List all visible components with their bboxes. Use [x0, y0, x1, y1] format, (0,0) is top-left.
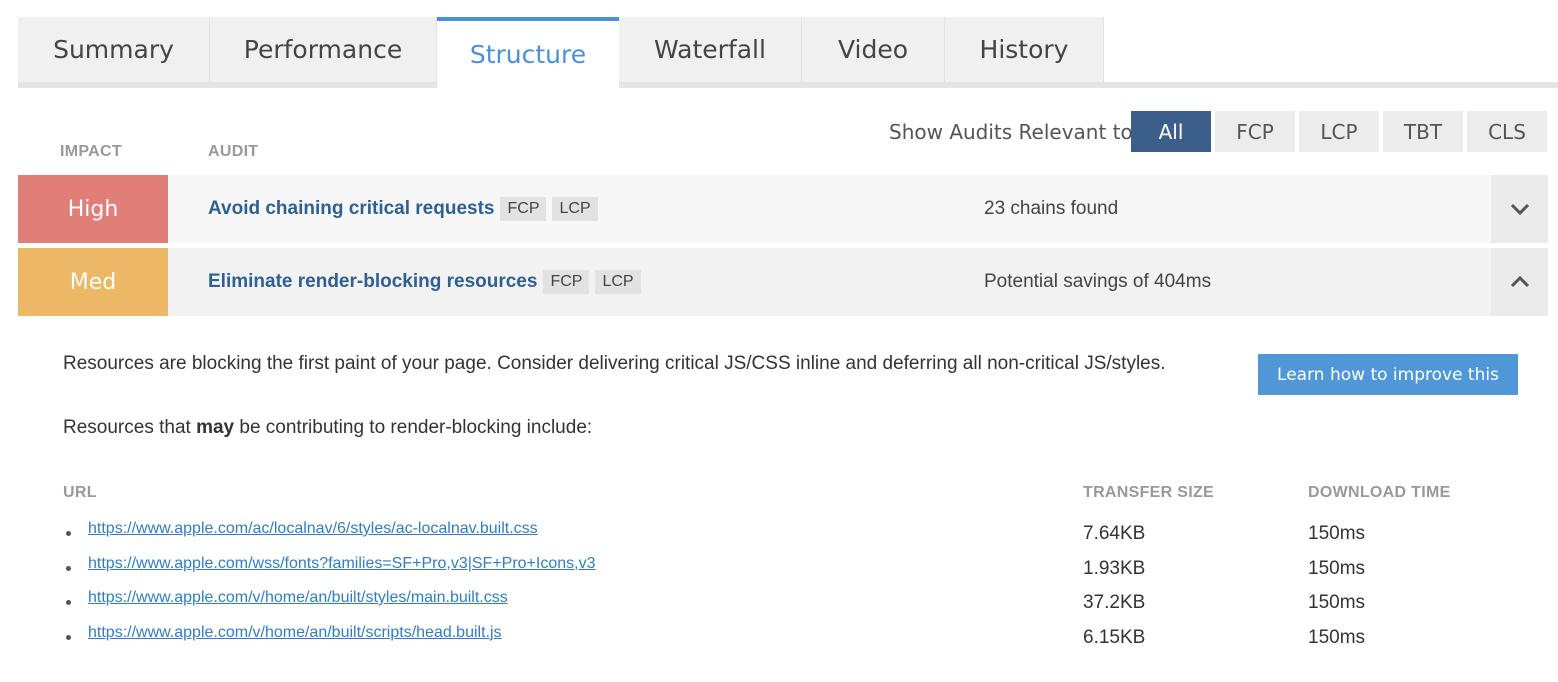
- audit-column-header: AUDIT: [208, 143, 259, 160]
- tab-bar: Summary Performance Structure Waterfall …: [18, 17, 1104, 87]
- impact-column-header: IMPACT: [60, 143, 122, 160]
- tab-video[interactable]: Video: [802, 17, 945, 82]
- resource-link[interactable]: https://www.apple.com/ac/localnav/6/styl…: [88, 520, 538, 538]
- audit-title-text: Avoid chaining critical requests: [208, 198, 495, 219]
- download-time-column-header: DOWNLOAD TIME: [1308, 484, 1451, 501]
- filter-button-group: All FCP LCP TBT CLS: [1131, 111, 1547, 152]
- list-item: https://www.apple.com/v/home/an/built/sc…: [63, 624, 595, 659]
- learn-improve-button[interactable]: Learn how to improve this: [1258, 354, 1518, 395]
- intro-emphasis: may: [196, 417, 235, 438]
- audit-title-text: Eliminate render-blocking resources: [208, 271, 538, 292]
- metric-tag-fcp: FCP: [500, 197, 547, 221]
- audit-result: 23 chains found: [984, 198, 1119, 219]
- download-time-column: 150ms 150ms 150ms 150ms: [1308, 523, 1365, 661]
- download-time-value: 150ms: [1308, 523, 1366, 544]
- tab-waterfall[interactable]: Waterfall: [619, 17, 802, 82]
- metric-tag-lcp: LCP: [595, 270, 641, 294]
- resource-link[interactable]: https://www.apple.com/v/home/an/built/sc…: [88, 624, 502, 642]
- audit-title[interactable]: Eliminate render-blocking resources FCP …: [208, 248, 641, 316]
- metric-tag-lcp: LCP: [552, 197, 598, 221]
- download-time-value: 150ms: [1308, 626, 1366, 648]
- resources-intro: Resources that may be contributing to re…: [63, 417, 593, 438]
- filter-tbt-button[interactable]: TBT: [1383, 111, 1463, 152]
- metric-tag-fcp: FCP: [543, 270, 590, 294]
- list-item: https://www.apple.com/ac/localnav/6/styl…: [63, 520, 595, 555]
- tab-performance[interactable]: Performance: [210, 17, 437, 82]
- transfer-size-value: 7.64KB: [1083, 523, 1146, 544]
- impact-badge-high: High: [18, 175, 168, 243]
- tab-underline: [18, 82, 1558, 88]
- audit-row-render-blocking[interactable]: Med Eliminate render-blocking resources …: [18, 248, 1548, 316]
- resource-list: https://www.apple.com/ac/localnav/6/styl…: [63, 520, 595, 658]
- filter-all-button[interactable]: All: [1131, 111, 1211, 152]
- transfer-size-value: 6.15KB: [1083, 626, 1146, 648]
- chevron-down-icon: [1510, 203, 1529, 215]
- download-time-value: 150ms: [1308, 592, 1366, 613]
- collapse-toggle-button[interactable]: [1491, 248, 1548, 316]
- url-column-header: URL: [63, 484, 97, 501]
- chevron-up-icon: [1510, 276, 1529, 288]
- filter-cls-button[interactable]: CLS: [1467, 111, 1547, 152]
- audit-row-chaining[interactable]: High Avoid chaining critical requests FC…: [18, 175, 1548, 243]
- resource-link[interactable]: https://www.apple.com/v/home/an/built/st…: [88, 589, 508, 607]
- filter-fcp-button[interactable]: FCP: [1215, 111, 1295, 152]
- download-time-value: 150ms: [1308, 557, 1366, 579]
- impact-badge-med: Med: [18, 248, 168, 316]
- transfer-size-value: 37.2KB: [1083, 592, 1146, 613]
- tab-structure[interactable]: Structure: [437, 17, 619, 87]
- filter-label: Show Audits Relevant to: [889, 120, 1133, 144]
- list-item: https://www.apple.com/v/home/an/built/st…: [63, 589, 595, 624]
- tab-history[interactable]: History: [945, 17, 1104, 82]
- transfer-size-column: 7.64KB 1.93KB 37.2KB 6.15KB: [1083, 523, 1145, 661]
- audit-result: Potential savings of 404ms: [984, 271, 1212, 292]
- list-item: https://www.apple.com/wss/fonts?families…: [63, 555, 595, 590]
- transfer-size-value: 1.93KB: [1083, 557, 1146, 579]
- filter-lcp-button[interactable]: LCP: [1299, 111, 1379, 152]
- resource-link[interactable]: https://www.apple.com/wss/fonts?families…: [88, 555, 595, 573]
- transfer-size-column-header: TRANSFER SIZE: [1083, 484, 1215, 501]
- expand-toggle-button[interactable]: [1491, 175, 1548, 243]
- audit-description: Resources are blocking the first paint o…: [63, 353, 1166, 374]
- tab-summary[interactable]: Summary: [18, 17, 210, 82]
- audit-title[interactable]: Avoid chaining critical requests FCP LCP: [208, 175, 598, 243]
